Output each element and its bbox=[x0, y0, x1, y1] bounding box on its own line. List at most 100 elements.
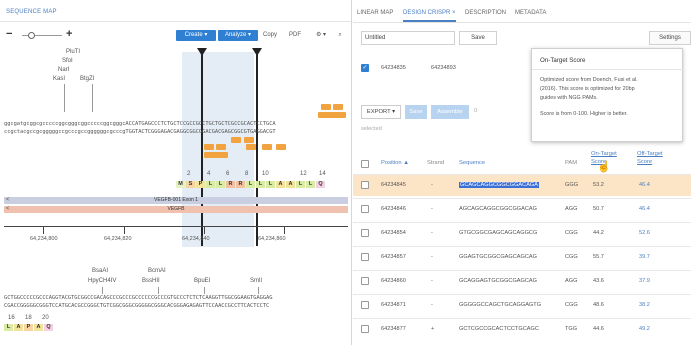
assemble-button[interactable]: Assemble bbox=[431, 105, 469, 119]
zoom-out-icon[interactable]: − bbox=[6, 29, 12, 40]
save-guides-button[interactable]: Save bbox=[405, 105, 427, 119]
divider bbox=[0, 21, 351, 22]
cell-sequence[interactable]: GGGGGCCAGCTGCAGGAGTG bbox=[459, 302, 541, 308]
header-pam[interactable]: PAM bbox=[565, 160, 577, 166]
cell-sequence[interactable]: GCAGGAGTGCGGCGAGCAG bbox=[459, 278, 537, 284]
row-checkbox[interactable] bbox=[361, 301, 369, 309]
selected-label: selected bbox=[361, 126, 382, 132]
enzyme-label[interactable]: SfoI bbox=[62, 58, 73, 64]
aa-index: 12 bbox=[300, 171, 307, 177]
cell-position: 64234877 bbox=[381, 326, 406, 332]
enzyme-label[interactable]: PluTI bbox=[66, 49, 80, 55]
cell-sequence[interactable]: GCAGCAGGCGGCGGACAGA bbox=[459, 182, 540, 188]
table-row[interactable]: 64234845 - GCAGCAGGCGGCGGACAGA GGG 53.2 46.4 bbox=[353, 174, 691, 196]
enzyme-label[interactable]: BcmAI bbox=[148, 268, 166, 274]
guide-marker[interactable] bbox=[216, 144, 226, 150]
table-row[interactable]: 64234871 - GGGGGCCAGCTGCAGGAGTG CGG 48.6 38.2 bbox=[353, 294, 691, 316]
table-row[interactable]: 64234854 - GTGCGGCGAGCAGCAGGCG CGG 44.2 52.6 bbox=[353, 222, 691, 244]
enzyme-label[interactable]: BtgZI bbox=[80, 76, 94, 82]
design-name-input[interactable]: Untitled bbox=[361, 31, 455, 45]
amino-acid: Q bbox=[44, 324, 53, 331]
search-icon[interactable]: ⌕ bbox=[334, 30, 346, 41]
amino-acid: L bbox=[266, 181, 275, 188]
ruler-label: 64,234,860 bbox=[258, 236, 286, 242]
enzyme-label[interactable]: HpyCH4IV bbox=[88, 278, 116, 284]
cell-off-target: 38.2 bbox=[639, 302, 650, 308]
create-button[interactable]: Create ▾ bbox=[176, 30, 216, 41]
row-checkbox[interactable] bbox=[361, 181, 369, 189]
guide-checkbox[interactable]: ✓ bbox=[361, 64, 369, 72]
guide-marker[interactable] bbox=[204, 152, 228, 158]
table-row[interactable]: 64234857 - GGAGTGCGGCGAGCAGCAG CGG 55.7 39.7 bbox=[353, 246, 691, 268]
row-checkbox[interactable] bbox=[361, 229, 369, 237]
amino-acid: Q bbox=[316, 181, 325, 188]
table-row[interactable]: 64234877 + GCTCGCCGCACTCCTGCAGC TGG 44.6 49.2 bbox=[353, 318, 691, 340]
enzyme-label[interactable]: BsaAI bbox=[92, 268, 108, 274]
cell-off-target: 46.4 bbox=[639, 182, 650, 188]
zoom-in-icon[interactable]: + bbox=[66, 29, 72, 40]
ruler-tick bbox=[124, 226, 125, 234]
tab-linear-map[interactable]: LINEAR MAP bbox=[357, 10, 393, 16]
guide-marker[interactable] bbox=[333, 104, 343, 110]
dna-bottom-strand: ccgctacgccgcgggggccgcccgccggggggcgcccgTG… bbox=[4, 129, 276, 135]
header-strand[interactable]: Strand bbox=[427, 160, 444, 166]
guide-marker[interactable] bbox=[204, 144, 214, 150]
aa-index: 6 bbox=[226, 171, 230, 177]
enzyme-label[interactable]: NarI bbox=[58, 67, 69, 73]
enzyme-label[interactable]: KasI bbox=[53, 76, 65, 82]
tab-design-crispr[interactable]: DESIGN CRISPR × bbox=[403, 10, 456, 22]
gene-track[interactable]: VEGFB bbox=[4, 206, 348, 213]
cell-sequence[interactable]: GGAGTGCGGCGAGCAGCAG bbox=[459, 254, 537, 260]
cell-off-target: 39.7 bbox=[639, 254, 650, 260]
settings-button[interactable]: Settings bbox=[649, 31, 691, 45]
guide-marker[interactable] bbox=[231, 137, 241, 143]
guide-marker[interactable] bbox=[246, 144, 256, 150]
row-checkbox[interactable] bbox=[361, 325, 369, 333]
amino-acid: P bbox=[24, 324, 33, 331]
cell-position: 64234854 bbox=[381, 230, 406, 236]
row-checkbox[interactable] bbox=[361, 253, 369, 261]
cell-sequence[interactable]: GTGCGGCGAGCAGCAGGCG bbox=[459, 230, 537, 236]
amino-acid: S bbox=[186, 181, 195, 188]
cell-sequence[interactable]: GCTCGCCGCACTCCTGCAGC bbox=[459, 326, 539, 332]
save-button[interactable]: Save bbox=[459, 31, 497, 45]
amino-acid: A bbox=[14, 324, 23, 331]
row-checkbox[interactable] bbox=[361, 205, 369, 213]
guide-marker[interactable] bbox=[262, 144, 272, 150]
guide-marker[interactable] bbox=[321, 104, 331, 110]
header-sequence[interactable]: Sequence bbox=[459, 160, 485, 166]
enzyme-label[interactable]: BpuEI bbox=[194, 278, 210, 284]
table-row[interactable]: 64234846 - AGCAGCAGGCGGCGGACAG AGG 50.7 46.4 bbox=[353, 198, 691, 220]
cell-on-target: 43.6 bbox=[593, 278, 604, 284]
aa-index: 2 bbox=[187, 171, 191, 177]
close-icon[interactable]: × bbox=[452, 10, 456, 16]
copy-button[interactable]: Copy bbox=[260, 30, 280, 41]
guide-marker[interactable] bbox=[276, 144, 286, 150]
ruler-label: 64,234,820 bbox=[104, 236, 132, 242]
exon-track[interactable]: VEGFB-001 Exon 1 bbox=[4, 197, 348, 204]
enzyme-label[interactable]: SmlI bbox=[250, 278, 262, 284]
enzyme-label[interactable]: BssHII bbox=[142, 278, 160, 284]
zoom-slider-handle[interactable] bbox=[28, 32, 35, 39]
row-checkbox[interactable] bbox=[361, 277, 369, 285]
amino-acid: R bbox=[236, 181, 245, 188]
export-button[interactable]: EXPORT ▾ bbox=[361, 105, 401, 119]
table-row[interactable]: 64234860 - GCAGGAGTGCGGCGAGCAG AGG 43.6 37.9 bbox=[353, 270, 691, 292]
header-position[interactable]: Position ▲ bbox=[381, 160, 409, 166]
tab-metadata[interactable]: METADATA bbox=[515, 10, 546, 16]
guide-marker[interactable] bbox=[244, 137, 254, 143]
tooltip-text: Score is from 0-100. Higher is better. bbox=[540, 111, 628, 117]
analyze-button[interactable]: Analyze ▾ bbox=[218, 30, 258, 41]
cell-sequence[interactable]: AGCAGCAGGCGGCGGACAG bbox=[459, 206, 537, 212]
guide-marker[interactable] bbox=[318, 112, 346, 118]
pdf-button[interactable]: PDF bbox=[286, 30, 304, 41]
header-off-target[interactable]: Off-Target Score bbox=[637, 150, 669, 166]
cell-position: 64234845 bbox=[381, 182, 406, 188]
cell-position: 64234846 bbox=[381, 206, 406, 212]
on-target-tooltip: On-Target Score Optimized score from Doe… bbox=[531, 48, 684, 142]
cell-strand: - bbox=[431, 182, 433, 188]
gear-icon[interactable]: ⚙ ▾ bbox=[311, 30, 331, 41]
amino-acid: A bbox=[286, 181, 295, 188]
select-all-checkbox[interactable] bbox=[361, 160, 369, 168]
tab-description[interactable]: DESCRIPTION bbox=[465, 10, 506, 16]
